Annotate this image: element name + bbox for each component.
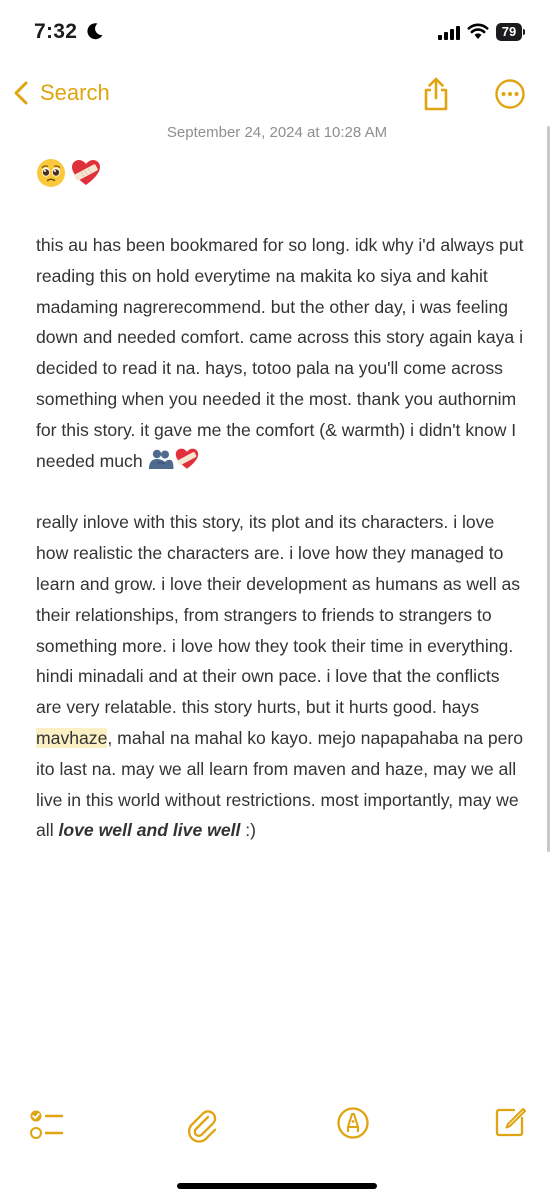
battery-cap [523,29,525,35]
markup-icon[interactable] [336,1106,370,1140]
mending-heart-emoji [72,160,100,185]
paragraph-2-text-end: :) [240,820,257,841]
scroll-indicator[interactable] [547,126,550,852]
emphasized-text: love well and live well [58,820,241,841]
more-options-icon[interactable] [494,78,526,110]
note-paragraph-2: really inlove with this story, its plot … [36,507,524,846]
back-button[interactable]: Search [14,80,110,106]
note-date: September 24, 2024 at 10:28 AM [166,124,388,141]
note-body[interactable]: this au has been bookmared for so long. … [36,150,524,846]
share-icon[interactable] [420,76,452,112]
navigation-bar: Search [0,72,554,118]
highlighted-word: mavhaze [36,727,108,748]
battery-icon: 79 [496,23,522,41]
moon-icon [87,23,103,40]
chevron-left-icon [14,81,28,105]
emoji-line [36,150,524,196]
people-hugging-emoji [148,449,174,469]
back-button-label: Search [40,80,110,105]
paragraph-1-text: this au has been bookmared for so long. … [36,235,524,471]
note-paragraph-1: this au has been bookmared for so long. … [36,230,524,476]
cellular-signal-icon [438,26,460,40]
bottom-toolbar [0,1106,554,1146]
mending-heart-emoji [175,448,198,469]
pleading-face-emoji [37,159,65,187]
status-bar: 7:32 79 [0,0,554,62]
home-indicator[interactable] [177,1183,377,1189]
attachment-icon[interactable] [184,1106,220,1144]
wifi-icon [467,23,489,39]
status-time: 7:32 [34,20,78,43]
checklist-icon[interactable] [28,1106,64,1142]
paragraph-2-text-start: really inlove with this story, its plot … [36,512,521,718]
compose-icon[interactable] [494,1106,526,1138]
